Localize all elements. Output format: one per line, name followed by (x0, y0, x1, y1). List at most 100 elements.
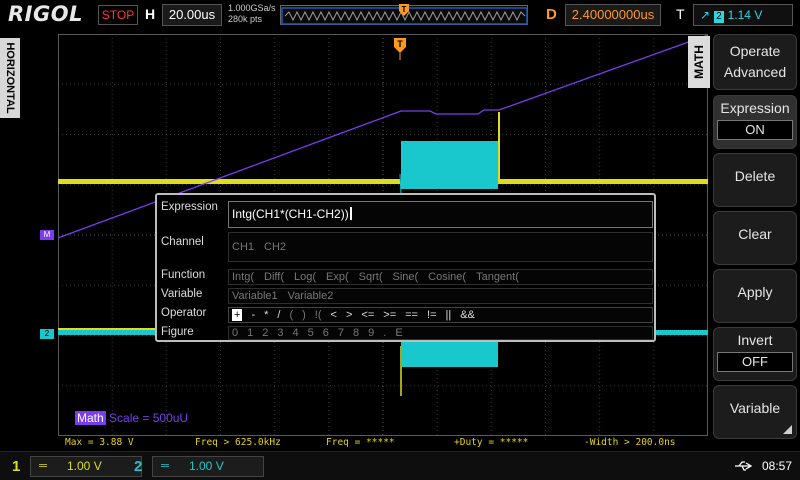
figure-option[interactable]: 7 (338, 327, 344, 339)
expression-button[interactable]: Expression ON (713, 95, 797, 149)
ch1-scale: 1.00 V (67, 459, 102, 473)
dc-coupling-icon: ═ (39, 460, 47, 472)
trigger-position-marker-icon: T (399, 4, 409, 16)
math-scale-value: Scale = 500uU (109, 411, 189, 425)
operator-option[interactable]: || (445, 309, 451, 321)
operator-options[interactable]: + - * / () !( < > <= >= == != || && (228, 307, 653, 323)
expression-field-label: Expression (161, 201, 218, 213)
usb-icon (735, 461, 753, 471)
measurement-freq-1[interactable]: Freq > 625.0kHz (195, 437, 281, 448)
measurement-bar: Max = 3.88 V Freq > 625.0kHz Freq = ****… (58, 437, 708, 450)
operator-option[interactable]: != (427, 309, 436, 321)
horizontal-tab[interactable]: HORIZONTAL (0, 38, 20, 118)
figure-option[interactable]: 6 (323, 327, 329, 339)
function-option[interactable]: Sine( (392, 271, 418, 283)
operator-row: Operator + - * / () !( < > <= >= == != || && (157, 307, 654, 323)
operator-option[interactable]: < (331, 309, 337, 321)
delay-box[interactable]: 2.40000000us (565, 4, 661, 26)
figure-option[interactable]: 3 (277, 327, 283, 339)
figure-option[interactable]: . (383, 327, 386, 339)
operator-option[interactable]: * (264, 309, 268, 321)
function-option[interactable]: Exp( (326, 271, 349, 283)
function-option[interactable]: Diff( (264, 271, 284, 283)
measurement-freq-2[interactable]: Freq = ***** (326, 437, 395, 448)
function-field-label: Function (161, 269, 206, 281)
run-stop-status[interactable]: STOP (98, 5, 138, 25)
function-option[interactable]: Sqrt( (359, 271, 383, 283)
ch2-scale: 1.00 V (189, 459, 224, 473)
channel-options[interactable]: CH1 CH2 (228, 232, 653, 262)
operator-option[interactable]: <= (361, 309, 374, 321)
trigger-label: T (676, 6, 685, 22)
operator-option[interactable]: == (405, 309, 418, 321)
figure-option[interactable]: E (395, 327, 402, 339)
operator-option[interactable]: / (277, 309, 280, 321)
function-option[interactable]: Tangent( (476, 271, 519, 283)
function-options[interactable]: Intg( Diff( Log( Exp( Sqrt( Sine( Cosine( Tange… (228, 269, 653, 285)
operator-option[interactable]: > (346, 309, 352, 321)
ch2-number[interactable]: 2 (134, 458, 142, 475)
sample-rate-info: 1.000GSa/s 280k pts (228, 3, 276, 25)
memory-depth: 280k pts (228, 14, 263, 24)
variable-row: Variable Variable1 Variable2 (157, 288, 654, 304)
invert-button[interactable]: Invert OFF (713, 327, 797, 381)
figure-options[interactable]: 0123456789. E (228, 326, 653, 340)
operator-option[interactable]: - (251, 309, 255, 321)
text-cursor (349, 207, 352, 220)
top-status-bar: RIGOL STOP H 20.00us 1.000GSa/s 280k pts… (0, 0, 800, 30)
sample-rate: 1.000GSa/s (228, 3, 276, 13)
figure-option[interactable]: 4 (293, 327, 299, 339)
ch2-scale-box[interactable]: ═ 1.00 V (152, 456, 264, 477)
trigger-box[interactable]: ↗ 2 1.14 V (693, 4, 793, 26)
operator-field-label: Operator (161, 307, 207, 319)
math-menu-tab[interactable]: MATH (688, 36, 710, 88)
timebase-box[interactable]: 20.00us (162, 4, 222, 26)
apply-button[interactable]: Apply (713, 269, 797, 323)
clear-button[interactable]: Clear (713, 211, 797, 265)
variable-button[interactable]: Variable (713, 385, 797, 439)
function-option[interactable]: Log( (294, 271, 316, 283)
operator-option[interactable]: && (460, 309, 475, 321)
ch2-offset-marker[interactable]: 2 (40, 329, 54, 339)
channel-field-label: Channel (161, 236, 204, 248)
figure-option[interactable]: 1 (247, 327, 253, 339)
operate-label: Operate (729, 43, 781, 59)
operator-option[interactable]: ) (302, 309, 306, 321)
operate-button[interactable]: Operate Advanced (713, 34, 797, 90)
channel-option[interactable]: CH1 (232, 241, 254, 253)
measurement-duty[interactable]: +Duty = ***** (454, 437, 528, 448)
variable-options[interactable]: Variable1 Variable2 (228, 288, 653, 304)
expression-menu-label: Expression (720, 100, 790, 116)
figure-option[interactable]: 9 (368, 327, 374, 339)
ch1-number[interactable]: 1 (12, 458, 20, 475)
expression-editor-dialog: Expression Intg(CH1*(CH1-CH2)) Channel C… (155, 193, 656, 342)
figure-option[interactable]: 5 (308, 327, 314, 339)
measurement-max[interactable]: Max = 3.88 V (65, 437, 134, 448)
function-option[interactable]: Intg( (232, 271, 254, 283)
dc-coupling-icon: ═ (161, 460, 169, 472)
variable-option[interactable]: Variable1 (232, 290, 278, 302)
expression-row: Expression Intg(CH1*(CH1-CH2)) (157, 199, 654, 229)
clock: 08:57 (761, 459, 792, 473)
operator-option[interactable]: ( (289, 309, 293, 321)
operator-option-selected[interactable]: + (232, 309, 243, 321)
math-offset-marker[interactable]: M (40, 230, 54, 240)
channel-option[interactable]: CH2 (264, 241, 286, 253)
trigger-level: 1.14 V (727, 8, 763, 22)
expression-text: Intg(CH1*(CH1-CH2)) (232, 207, 349, 221)
svg-text:T: T (397, 39, 403, 49)
figure-option[interactable]: 0 (232, 327, 238, 339)
measurement-width[interactable]: -Width > 200.0ns (584, 437, 676, 448)
rigol-logo: RIGOL (8, 2, 83, 26)
variable-option[interactable]: Variable2 (288, 290, 334, 302)
delete-button[interactable]: Delete (713, 153, 797, 207)
operator-option[interactable]: >= (383, 309, 396, 321)
function-option[interactable]: Cosine( (428, 271, 466, 283)
figure-option[interactable]: 2 (262, 327, 268, 339)
expression-input[interactable]: Intg(CH1*(CH1-CH2)) (228, 201, 653, 228)
figure-option[interactable]: 8 (353, 327, 359, 339)
operator-option[interactable]: !( (315, 309, 322, 321)
ch1-scale-box[interactable]: ═ 1.00 V (30, 456, 142, 477)
math-scale-name: Math (75, 411, 106, 425)
invert-label: Invert (737, 332, 773, 348)
